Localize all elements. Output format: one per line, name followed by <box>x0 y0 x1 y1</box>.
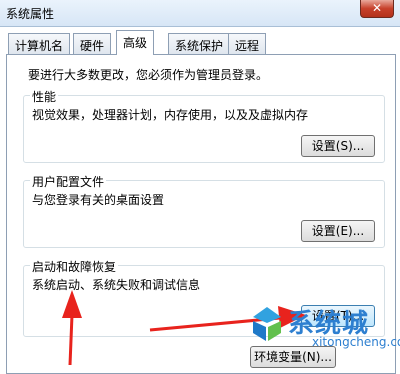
watermark-logo-icon <box>253 307 281 341</box>
watermark-url: xitongcheng.com <box>312 335 400 349</box>
tab-advanced[interactable]: 高级 <box>116 30 155 55</box>
watermark: 系统城 xitongcheng.com <box>248 305 400 349</box>
arrow-up-icon <box>62 290 82 365</box>
